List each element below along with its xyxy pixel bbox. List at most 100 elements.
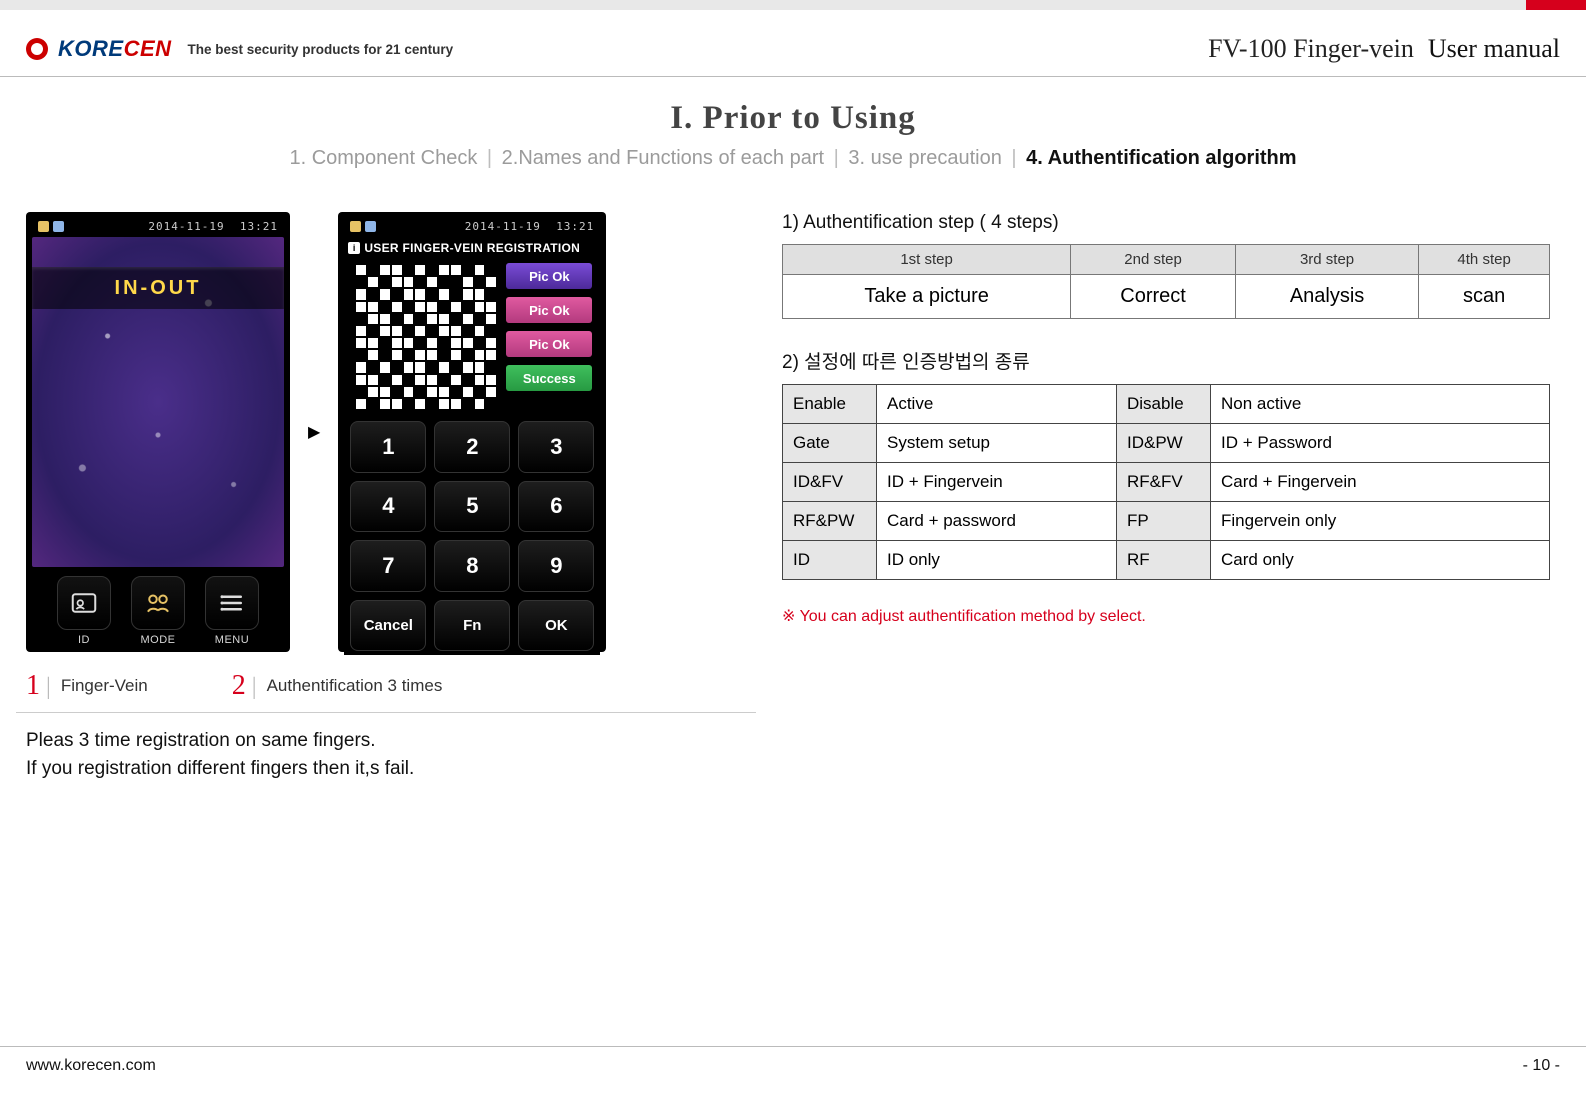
table-row: RF&PW Card + password FP Fingervein only [783,502,1550,541]
caption-2: 2| Authentification 3 times [232,670,443,702]
defs-table: Enable Active Disable Non active Gate Sy… [782,384,1550,580]
phone-mock-registration: 2014-11-19 13:21 i USER FINGER-VEIN REGI… [338,212,606,652]
mode-icon [131,576,185,630]
key-1[interactable]: 1 [350,421,426,473]
status-pills: Pic Ok Pic Ok Pic Ok Success [506,263,592,391]
page-title: I. Prior to Using [26,100,1560,137]
registration-header: i USER FINGER-VEIN REGISTRATION [344,237,600,259]
brand-mark-icon [26,38,48,60]
brand-logo-part1: KORE [58,36,124,61]
breadcrumb: 1. Component Check | 2.Names and Functio… [26,147,1560,170]
table-row: ID ID only RF Card only [783,541,1550,580]
footer-divider [0,1046,1586,1047]
caption-1-text: Finger-Vein [61,676,148,696]
steps-th-2: 2nd step [1071,245,1236,275]
note-line-2: If you registration different fingers th… [26,755,746,783]
steps-table: 1st step 2nd step 3rd step 4th step Take… [782,244,1550,319]
bb-mode-label: MODE [125,634,191,646]
product-name: FV-100 Finger-vein [1208,34,1414,64]
key-4[interactable]: 4 [350,481,426,533]
pill-picok-1: Pic Ok [506,263,592,289]
brand-logo: KORECEN [58,36,172,62]
steps-th-3: 3rd step [1235,245,1418,275]
header-right: FV-100 Finger-vein User manual [1208,34,1560,64]
key-cancel[interactable]: Cancel [350,600,426,652]
topbar-stripe [0,0,1586,10]
id-icon [57,576,111,630]
left-divider [16,712,756,713]
key-7[interactable]: 7 [350,540,426,592]
bell-icon [38,221,49,232]
hand-icon [365,221,376,232]
brand-logo-part2: CEN [124,36,172,61]
defs-k2: Disable [1117,385,1211,424]
key-fn[interactable]: Fn [434,600,510,652]
caption-2-num: 2| [232,670,257,702]
key-ok[interactable]: OK [518,600,594,652]
bb-menu[interactable]: MENU [199,576,265,646]
steps-td-4: scan [1419,275,1550,319]
footer-url: www.korecen.com [26,1057,156,1075]
table-row: Enable Active Disable Non active [783,385,1550,424]
pill-picok-2: Pic Ok [506,297,592,323]
caption-1-num: 1| [26,670,51,702]
crumb-3: 3. use precaution [848,147,1001,169]
menu-icon [205,576,259,630]
phone1-date: 2014-11-19 [148,220,224,233]
note-text: Pleas 3 time registration on same finger… [26,727,746,782]
table-row: ID&FV ID + Fingervein RF&FV Card + Finge… [783,463,1550,502]
pill-picok-3: Pic Ok [506,331,592,357]
bb-id[interactable]: ID [51,576,117,646]
header-divider [0,76,1586,77]
crumb-sep: | [1007,147,1020,169]
topbar-red-accent [1526,0,1586,10]
brand: KORECEN The best security products for 2… [26,36,453,62]
defs-k1: Enable [783,385,877,424]
bell-icon [350,221,361,232]
fingervein-pattern [350,259,502,415]
key-5[interactable]: 5 [434,481,510,533]
key-3[interactable]: 3 [518,421,594,473]
key-6[interactable]: 6 [518,481,594,533]
defs-v2: Non active [1211,385,1550,424]
captions: 1| Finger-Vein 2| Authentification 3 tim… [26,670,746,702]
section-2-title: 2) 설정에 따른 인증방법의 종류 [782,347,1550,374]
phone-mock-inout: 2014-11-19 13:21 IN-OUT ID [26,212,290,652]
arrow-right-icon: ▶ [298,422,330,442]
key-2[interactable]: 2 [434,421,510,473]
steps-th-1: 1st step [783,245,1071,275]
crumb-2: 2.Names and Functions of each part [502,147,824,169]
key-9[interactable]: 9 [518,540,594,592]
crumb-sep: | [483,147,496,169]
phone1-bottombar: ID MODE MENU [32,568,284,646]
key-8[interactable]: 8 [434,540,510,592]
registration-title: USER FINGER-VEIN REGISTRATION [364,241,580,255]
hand-icon [53,221,64,232]
steps-td-3: Analysis [1235,275,1418,319]
bb-mode[interactable]: MODE [125,576,191,646]
crumb-sep: | [830,147,843,169]
note-line-1: Pleas 3 time registration on same finger… [26,727,746,755]
caption-2-text: Authentification 3 times [267,676,443,696]
caption-1: 1| Finger-Vein [26,670,148,702]
phone2-time: 13:21 [556,220,594,233]
phone2-date: 2014-11-19 [465,220,541,233]
brand-tagline: The best security products for 21 centur… [188,42,454,57]
table-row: Gate System setup ID&PW ID + Password [783,424,1550,463]
warning-text: ※ You can adjust authentification method… [782,606,1550,626]
footer: www.korecen.com - 10 - [26,1057,1560,1075]
crumb-4-active: 4. Authentification algorithm [1026,147,1296,169]
bb-menu-label: MENU [199,634,265,646]
defs-v1: Active [877,385,1117,424]
steps-th-4: 4th step [1419,245,1550,275]
doc-type: User manual [1428,34,1560,64]
section-1-title: 1) Authentification step ( 4 steps) [782,212,1550,234]
crumb-1: 1. Component Check [289,147,477,169]
right-column: 1) Authentification step ( 4 steps) 1st … [782,212,1560,782]
bb-id-label: ID [51,634,117,646]
phone2-screen: Pic Ok Pic Ok Pic Ok Success 1 2 3 4 5 6 [344,259,600,655]
phone2-statusbar: 2014-11-19 13:21 [344,218,600,237]
phone1-statusbar: 2014-11-19 13:21 [32,218,284,237]
footer-page: - 10 - [1523,1057,1560,1075]
phone1-screen: IN-OUT [32,237,284,567]
